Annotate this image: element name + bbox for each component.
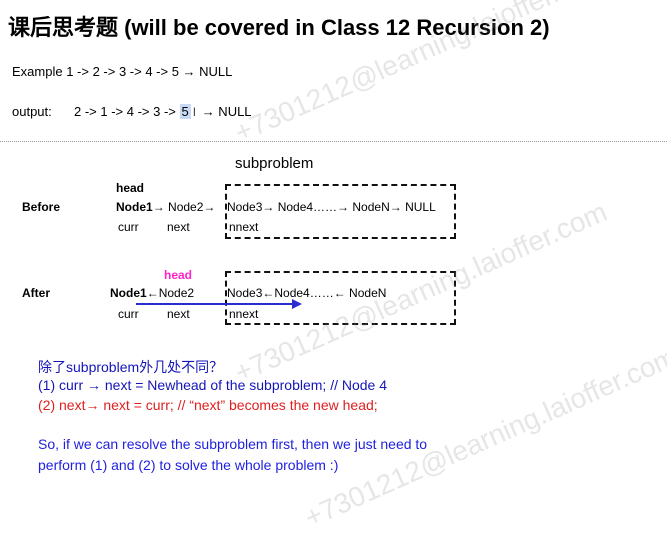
- note-summary-1: So, if we can resolve the subproblem fir…: [38, 436, 428, 452]
- note-summary-2: perform (1) and (2) to solve the whole p…: [38, 457, 339, 473]
- note-step-2: (2) next→ next = curr; // “next” becomes…: [38, 397, 378, 413]
- note-question: 除了subproblem外几处不同？: [38, 359, 224, 375]
- node1-to-node4-arrow: [136, 299, 302, 309]
- note-step-1: (1) curr → next = Newhead of the subprob…: [38, 377, 388, 393]
